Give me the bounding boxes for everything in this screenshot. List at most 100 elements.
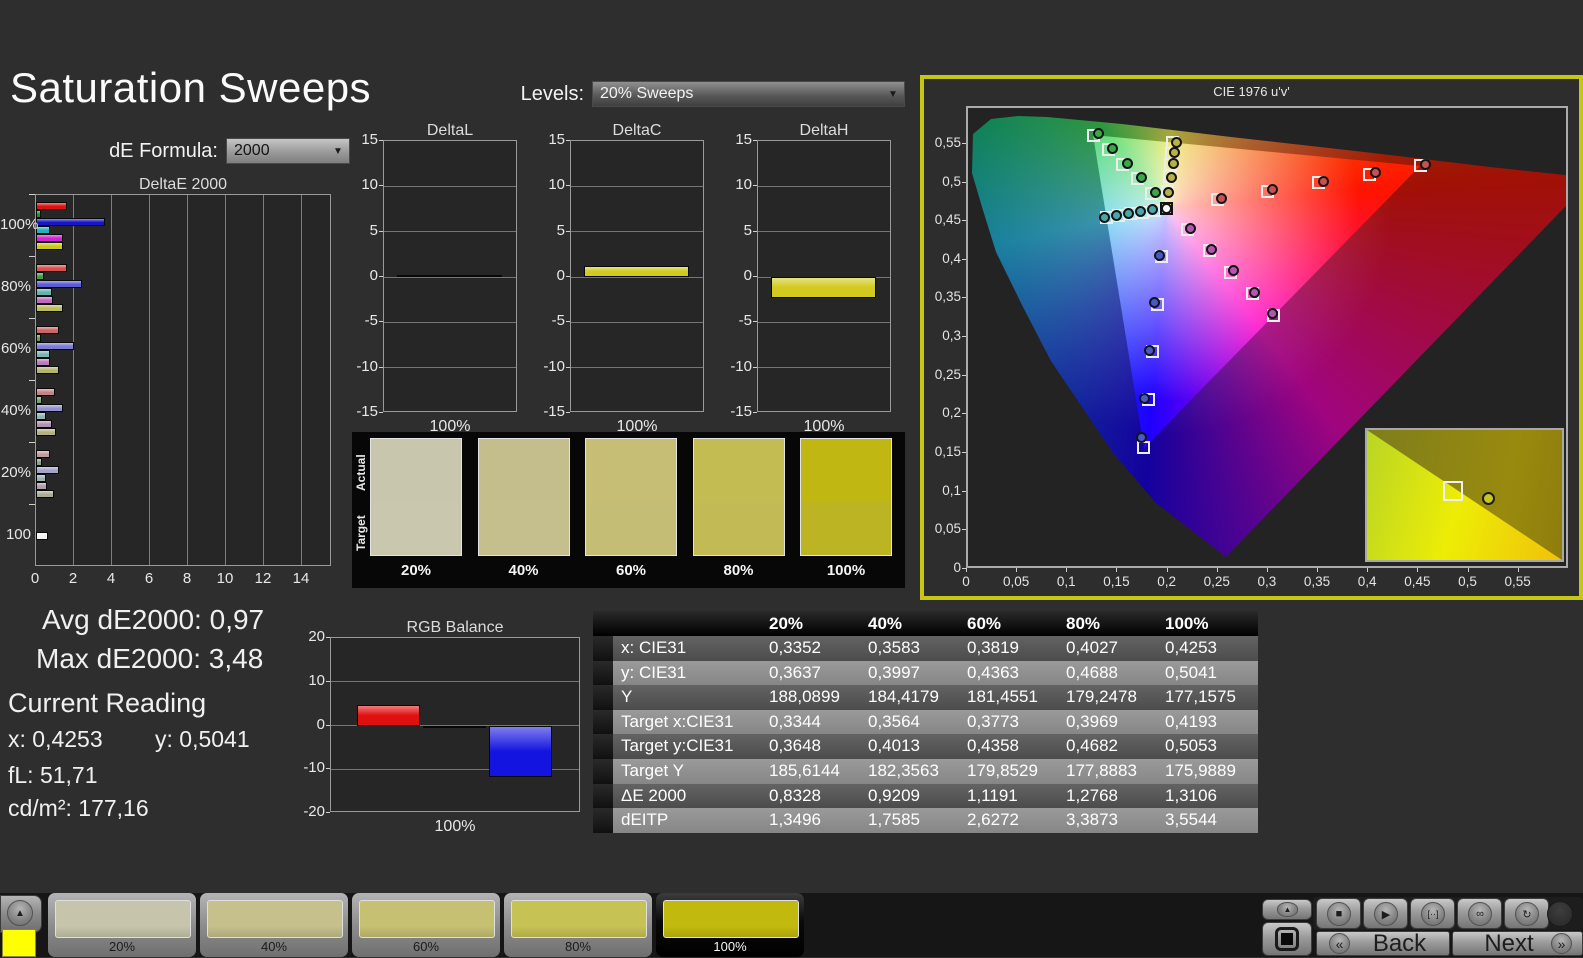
axis-tick — [962, 568, 966, 570]
pattern-tile-60%[interactable]: 60% — [352, 893, 500, 957]
back-button[interactable]: « Back — [1316, 930, 1450, 957]
axis-tick — [29, 256, 35, 257]
cie-x-tick: 0,05 — [1003, 574, 1030, 589]
group-label: 80% — [0, 278, 31, 295]
y-tick-label: 20 — [308, 628, 325, 645]
color-swatch — [477, 438, 570, 556]
levels-dropdown[interactable]: 20% Sweeps ▼ — [592, 81, 905, 107]
up-arrow-icon: ▲ — [7, 900, 33, 926]
pattern-tile-100%[interactable]: 100% — [656, 893, 804, 957]
value-bar — [423, 725, 486, 728]
cie-measured-point — [1121, 157, 1133, 169]
cell-value: 0,3969 — [1060, 709, 1159, 735]
deltae-bar — [36, 466, 59, 474]
axis-tick — [962, 142, 966, 144]
gridline — [263, 195, 264, 565]
pattern-tile-20%[interactable]: 20% — [48, 893, 196, 957]
y-tick-label: -10 — [543, 357, 565, 375]
pattern-tile-80%[interactable]: 80% — [504, 893, 652, 957]
deltal-chart: DeltaL 15 10 5 0 -5 -10 -15 100% — [338, 122, 528, 442]
axis-tick — [29, 504, 35, 505]
row-label: Target y:CIE31 — [613, 734, 763, 759]
actual-color — [693, 439, 784, 502]
stop-button[interactable]: ■ — [1316, 898, 1361, 929]
stop-pattern-button[interactable] — [1262, 922, 1312, 956]
measurement-table: 20% 40% 60% 80% 100% x: CIE31 0,3352 0,3583 0,38… — [593, 611, 1268, 833]
deltae-bar — [36, 404, 63, 412]
refresh-button[interactable]: ↻ — [1504, 898, 1549, 929]
axis-tick — [962, 181, 966, 183]
axis-tick — [1367, 568, 1369, 572]
row-label: dEITP — [613, 808, 763, 833]
y-tick-label: 10 — [308, 671, 325, 689]
cell-value: 0,3564 — [862, 709, 961, 735]
stop-square-fill — [1281, 933, 1293, 945]
deltae-bar — [36, 202, 67, 210]
axis-tick — [379, 140, 383, 141]
target-color — [371, 501, 461, 555]
cie-y-tick: 0,45 — [934, 212, 961, 228]
gridline — [187, 195, 188, 565]
row-gutter — [593, 660, 613, 686]
levels-value: 20% Sweeps — [600, 85, 694, 102]
axis-tick — [1417, 568, 1419, 572]
cie-plot — [966, 106, 1568, 568]
axis-tick — [326, 680, 330, 682]
next-button[interactable]: Next » — [1452, 929, 1583, 957]
range-button[interactable]: [··] — [1410, 898, 1455, 929]
gridline — [758, 231, 890, 233]
deltae-bar — [36, 226, 51, 234]
chart-title: DeltaL — [426, 122, 474, 139]
axis-tick — [29, 318, 35, 319]
swatch-label: 40% — [508, 562, 539, 579]
y-tick-label: -5 — [738, 312, 752, 330]
axis-tick — [1066, 568, 1068, 572]
cell-value: 188,0899 — [763, 685, 862, 710]
axis-tick — [29, 194, 35, 195]
tile-swatch — [663, 900, 799, 938]
cell-value: 182,3563 — [862, 758, 961, 784]
cell-value: 0,4027 — [1060, 636, 1159, 661]
refresh-icon: ↻ — [1515, 902, 1539, 926]
pattern-tile-40%[interactable]: 40% — [200, 893, 348, 957]
table-corner — [613, 611, 763, 636]
x-tick-label: 10 — [216, 570, 234, 587]
swatch-label: 80% — [723, 562, 754, 579]
gridline — [384, 185, 516, 187]
current-reading-heading: Current Reading — [8, 688, 207, 718]
play-button[interactable]: ▶ — [1363, 898, 1408, 929]
cell-value: 175,9889 — [1159, 758, 1258, 784]
cie-zoom-inset — [1365, 428, 1564, 562]
row-label: Y — [613, 685, 763, 710]
cie-measured-point — [1215, 192, 1227, 204]
cie-measured-point — [1139, 392, 1151, 404]
cie-x-tick: 0,35 — [1303, 574, 1331, 589]
deltae-bar — [36, 280, 82, 288]
axis-tick — [566, 321, 570, 323]
x-tick-label: 8 — [182, 570, 192, 587]
cell-value: 0,3819 — [961, 636, 1060, 661]
group-label: 20% — [0, 464, 31, 481]
cell-value: 0,4688 — [1060, 660, 1159, 686]
axis-tick — [962, 490, 966, 492]
cell-value: 0,3773 — [961, 709, 1060, 735]
cell-value: 181,4551 — [961, 685, 1060, 710]
axis-tick — [379, 412, 383, 413]
deltae-bar — [36, 482, 47, 490]
de-formula-value: 2000 — [234, 142, 270, 159]
cell-value: 179,2478 — [1060, 685, 1159, 710]
axis-tick — [379, 230, 383, 232]
scroll-up-button[interactable]: ▲ — [1262, 899, 1312, 920]
cell-value: 0,3583 — [862, 636, 961, 661]
de-formula-dropdown[interactable]: 2000 ▼ — [226, 138, 350, 164]
cie-y-tick: 0,05 — [934, 521, 961, 537]
gridline — [149, 195, 150, 565]
pattern-scroll-up-button[interactable]: ▲ — [0, 895, 42, 933]
next-label: Next — [1484, 929, 1534, 957]
page-title: Saturation Sweeps — [10, 64, 372, 111]
deltae-bar — [36, 334, 41, 342]
deltae-bar — [36, 388, 56, 396]
chart-title: DeltaH — [799, 122, 849, 139]
loop-button[interactable]: ∞ — [1457, 898, 1502, 929]
table-row: y: CIE31 0,3637 0,3997 0,4363 0,4688 0,5041 — [593, 660, 1268, 686]
